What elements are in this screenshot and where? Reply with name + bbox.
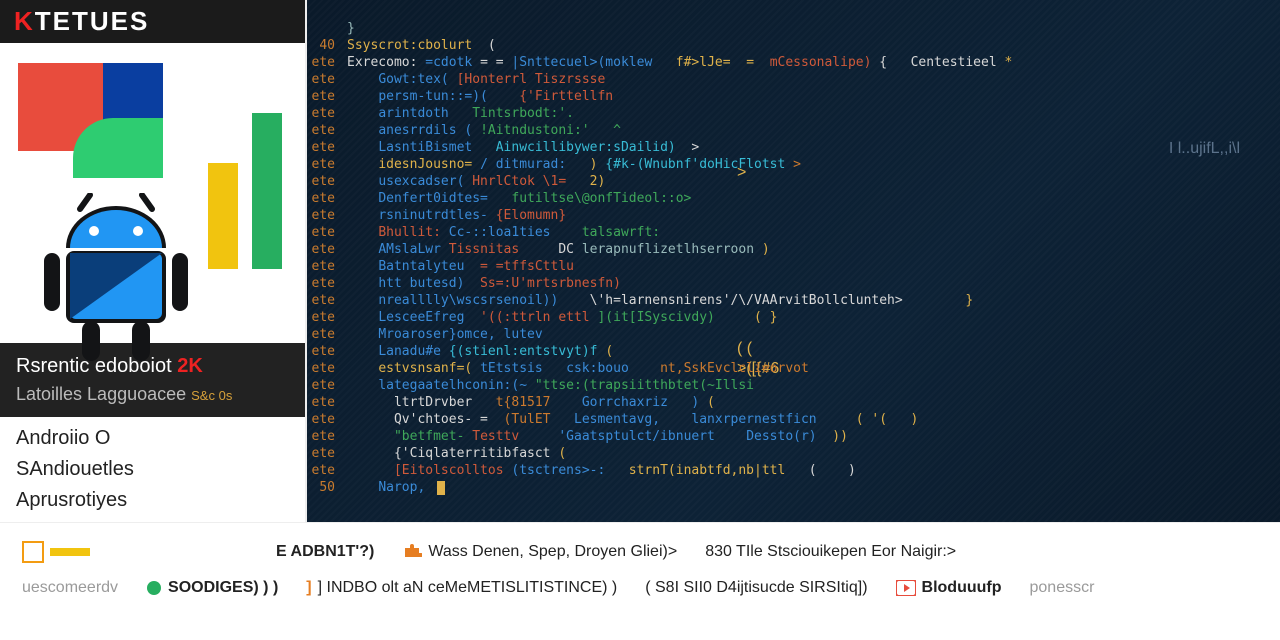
seven-logo-icon (18, 53, 138, 203)
green-bar-icon (252, 113, 282, 269)
caption-line2: Latoilles Lagguoacee (16, 384, 191, 404)
code-line[interactable]: ete htt butesd) Ss=:U'mrtsrbnesfn) (307, 275, 1280, 292)
code-line[interactable]: ete Batntalyteu = =tffsCttlu (307, 258, 1280, 275)
code-line[interactable]: ete "betfmet- Testtv 'Gaatsptulct/ibnuer… (307, 428, 1280, 445)
code-line[interactable]: ete estvsnsanf=( tEtstsis csk:bouo nt,Ss… (307, 360, 1280, 377)
code-line[interactable]: } (307, 20, 1280, 37)
label-ponescr: ponesscr (1030, 579, 1095, 597)
puzzle-icon (402, 542, 422, 562)
code-line[interactable]: ete ltrtDrvber t{81517 Gorrchaxriz ) ( (307, 394, 1280, 411)
code-line[interactable]: ete usexcadser( HnrlCtok \1= 2) (307, 173, 1280, 190)
code-line[interactable]: ete nrealllly\wscsrsenoil)) \'h=larnensn… (307, 292, 1280, 309)
bottom-row-2: uescomeerdv SOODIGES) ) ) ] ] INDBO olt … (22, 579, 1258, 597)
code-line[interactable]: ete idesnJousno= / ditmurad: ) {#k-(Wnub… (307, 156, 1280, 173)
bottom-row-1: E ADBN1T'?) Wass Denen, Spep, Droyen Gli… (22, 541, 1258, 563)
code-line[interactable]: ete rsninutrdtles- {Elomumn} (307, 207, 1280, 224)
green-dot-icon (146, 580, 162, 596)
code-line[interactable]: ete Bhullit: Cc-::loa1ties talsawrft: (307, 224, 1280, 241)
code-line[interactable]: ete Gowt:tex( [Honterrl Tiszrssse (307, 71, 1280, 88)
yellow-bar-icon (208, 163, 238, 269)
code-line[interactable]: ete Denfert0idtes= futiltse\@onfTideol::… (307, 190, 1280, 207)
brand-header: KTETUES (0, 0, 305, 43)
code-line[interactable]: 50 Narop, (307, 479, 1280, 496)
link-indbo[interactable]: ] ] INDBO olt aN ceMeMETISLITISTINCE) ) (306, 579, 617, 597)
brand-prefix: K (14, 6, 35, 37)
code-line[interactable]: ete anesrrdils ( !Aitndustoni:' ^ (307, 122, 1280, 139)
link-play[interactable]: Bloduuufp (896, 579, 1002, 597)
code-line[interactable]: ete AMslaLwr Tissnitas DC lerapnuflizetl… (307, 241, 1280, 258)
code-line[interactable]: ete LasntiBismet Ainwcillibywer:sDailid)… (307, 139, 1280, 156)
label-recommend: uescomeerdv (22, 579, 118, 597)
code-line[interactable]: ete {'Ciqlaterritibfasct ( (307, 445, 1280, 462)
code-line[interactable]: ete persm-tun::=)( {'Firttellfn (307, 88, 1280, 105)
code-line[interactable]: eteExrecomo: =cdotk = = |Snttecuel>(mokl… (307, 54, 1280, 71)
orange-square-icon[interactable] (22, 541, 90, 563)
android-robot-icon (36, 193, 196, 363)
code-line[interactable]: ete arintdoth Tintsrbodt:'. (307, 105, 1280, 122)
link-dragon[interactable]: Wass Denen, Spep, Droyen Gliei)> (402, 542, 677, 562)
sidebar-nav: Androiio O SAndiouetles Aprusrotiyes (0, 417, 305, 522)
link-digitsude[interactable]: ( S8I SII0 D4ijtisucde SIRSItiq]) (645, 579, 867, 597)
code-line[interactable]: ete Qv'chtoes- = (TulET Lesmentavg, lanx… (307, 411, 1280, 428)
code-line[interactable]: ete Lanadu#e {(stienl:entstvyt)f ( (307, 343, 1280, 360)
sidebar: KTETUES (0, 0, 305, 522)
link-soodges[interactable]: SOODIGES) ) ) (146, 579, 278, 597)
sidebar-item-prototypes[interactable]: Aprusrotiyes (16, 489, 289, 512)
link-open-for[interactable]: 830 TIle Stsciouikepen Eor Naigir:> (705, 543, 956, 561)
sidebar-item-android[interactable]: Androiio O (16, 427, 289, 450)
brand-text: TETUES (35, 6, 150, 37)
code-line[interactable]: 40Ssyscrot:cbolurt ( (307, 37, 1280, 54)
bottom-bar: E ADBN1T'?) Wass Denen, Spep, Droyen Gli… (0, 522, 1280, 640)
sidebar-item-silhouettes[interactable]: SAndiouetles (16, 458, 289, 481)
play-badge-icon (896, 580, 916, 596)
code-line[interactable]: ete lategaatelhconin:(~ "ttse:(trapsiitt… (307, 377, 1280, 394)
code-line[interactable]: ete Mroaroser}omce, lutev (307, 326, 1280, 343)
code-editor[interactable]: } 40Ssyscrot:cbolurt ( eteExrecomo: =cdo… (305, 0, 1280, 522)
badge-adb[interactable]: E ADBN1T'?) (276, 543, 374, 561)
code-line[interactable]: ete [Eitolscolltos (tsctrens>-: strnT(in… (307, 462, 1280, 479)
code-line[interactable]: ete LesceeEfreg '((:ttrln ettl ](it[ISys… (307, 309, 1280, 326)
caption-small: S&c 0s (191, 388, 232, 403)
promo-logo-area (0, 43, 305, 343)
